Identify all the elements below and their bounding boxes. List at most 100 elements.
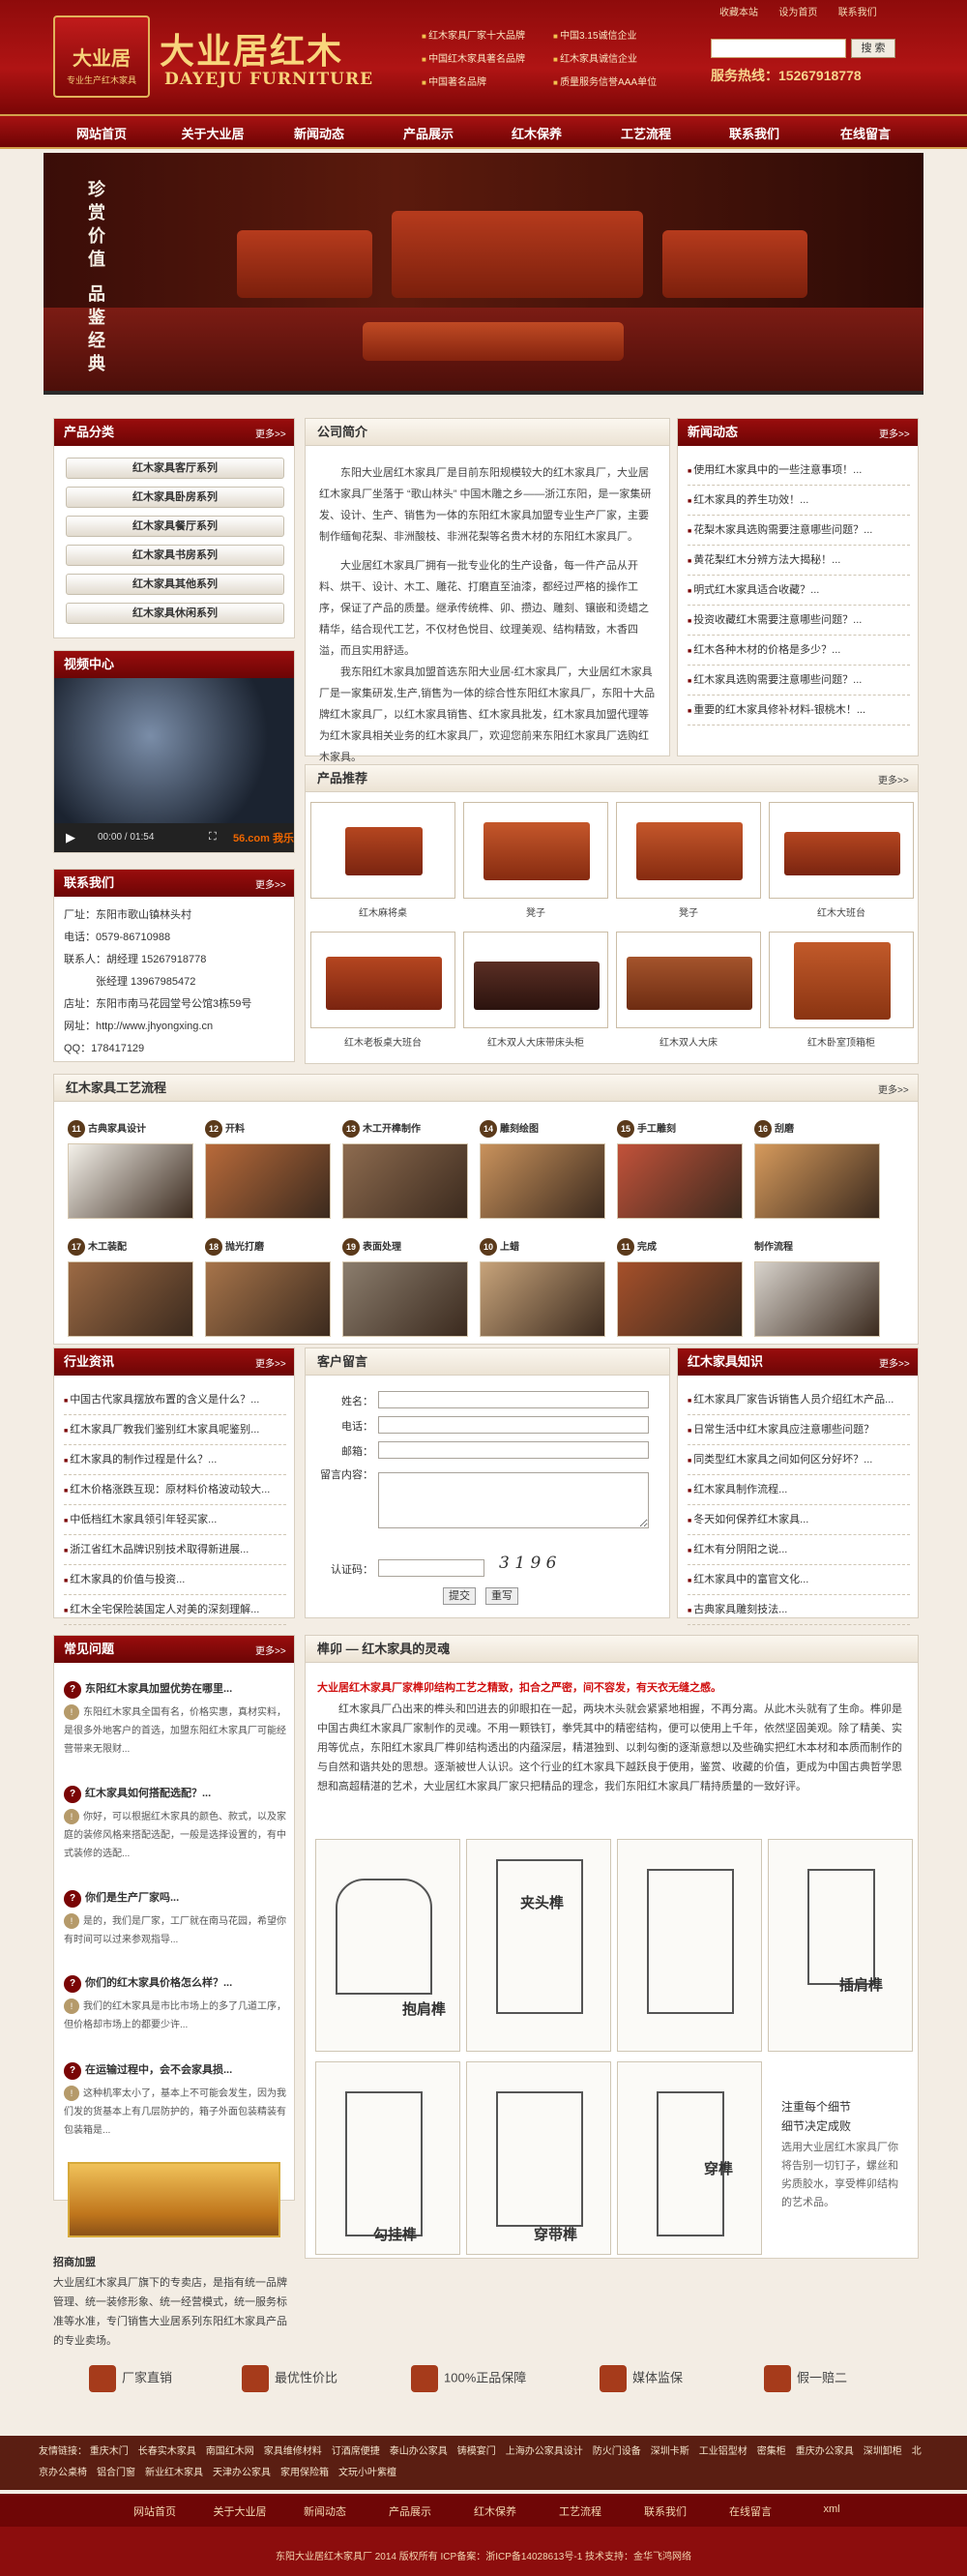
category-item[interactable]: 红木家具餐厅系列	[66, 516, 284, 537]
knowledge-item[interactable]: 红木家具厂家告诉销售人员介绍红木产品...	[688, 1385, 910, 1415]
footer-nav-link[interactable]: 新闻动态	[286, 2503, 364, 2519]
process-step-image[interactable]	[480, 1261, 605, 1337]
footer-nav-link[interactable]: 产品展示	[371, 2503, 449, 2519]
news-item[interactable]: 红木各种木材的价格是多少？...	[688, 636, 910, 666]
friend-link[interactable]: 深圳卸柜	[864, 2446, 902, 2457]
reset-button[interactable]: 重写	[485, 1587, 518, 1605]
friend-link[interactable]: 长春实木家具	[138, 2446, 196, 2457]
friend-link[interactable]: 工业铝型材	[699, 2446, 747, 2457]
submit-button[interactable]: 提交	[443, 1587, 476, 1605]
faq-question[interactable]: 红木家具如何搭配选配？...	[64, 1785, 286, 1803]
contact-more-link[interactable]: 更多>>	[255, 876, 286, 891]
product-image[interactable]	[616, 802, 761, 899]
footer-nav-link[interactable]: 联系我们	[627, 2503, 704, 2519]
search-button[interactable]: 搜 索	[851, 39, 895, 58]
nav-about[interactable]: 关于大业居	[164, 124, 261, 142]
friend-link[interactable]: 天津办公家具	[213, 2468, 271, 2478]
product-caption[interactable]: 红木双人大床	[616, 1034, 761, 1049]
play-icon[interactable]: ▶	[66, 830, 75, 845]
industry-item[interactable]: 红木家具厂教我们鉴别红木家具呢鉴别...	[64, 1415, 286, 1445]
process-step-image[interactable]	[205, 1261, 331, 1337]
industry-item[interactable]: 中低档红木家具领引年轻买家...	[64, 1505, 286, 1535]
video-player[interactable]	[54, 678, 294, 823]
nav-products[interactable]: 产品展示	[380, 124, 477, 142]
friend-link[interactable]: 文玩小叶紫檀	[338, 2468, 396, 2478]
product-image[interactable]	[463, 802, 608, 899]
footer-nav-link[interactable]: 红木保养	[456, 2503, 534, 2519]
news-item[interactable]: 使用红木家具中的一些注意事项！...	[688, 456, 910, 486]
friend-link[interactable]: 订酒席便捷	[332, 2446, 380, 2457]
knowledge-item[interactable]: 日常生活中红木家具应注意哪些问题？	[688, 1415, 910, 1445]
product-caption[interactable]: 红木大班台	[769, 904, 914, 919]
industry-item[interactable]: 中国古代家具摆放布置的含义是什么？...	[64, 1385, 286, 1415]
friend-link[interactable]: 泰山办公家具	[390, 2446, 448, 2457]
code-field[interactable]	[378, 1559, 484, 1577]
category-item[interactable]: 红木家具休闲系列	[66, 603, 284, 624]
friend-link[interactable]: 铸模宴门	[457, 2446, 496, 2457]
nav-guestbook[interactable]: 在线留言	[817, 124, 914, 142]
contact-link[interactable]: 联系我们	[838, 4, 877, 18]
news-item[interactable]: 投资收藏红木需要注意哪些问题？...	[688, 606, 910, 636]
friend-link[interactable]: 重庆办公家具	[796, 2446, 854, 2457]
news-item[interactable]: 黄花梨红木分辨方法大揭秘！...	[688, 546, 910, 576]
process-step-image[interactable]	[68, 1261, 193, 1337]
friend-link[interactable]: 上海办公家具设计	[506, 2446, 583, 2457]
friend-link[interactable]: 铝合门窗	[97, 2468, 135, 2478]
friend-link[interactable]: 深圳卡斯	[651, 2446, 689, 2457]
product-image[interactable]	[310, 932, 455, 1028]
friend-link[interactable]: 新业红木家具	[145, 2468, 203, 2478]
knowledge-more-link[interactable]: 更多>>	[879, 1355, 910, 1370]
knowledge-item[interactable]: 古典家具雕刻技法...	[688, 1595, 910, 1625]
category-more-link[interactable]: 更多>>	[255, 426, 286, 440]
process-step-image[interactable]	[754, 1143, 880, 1219]
product-image[interactable]	[463, 932, 608, 1028]
friend-link[interactable]: 密集柜	[757, 2446, 786, 2457]
industry-item[interactable]: 红木价格涨跌互现：原材料价格波动较大...	[64, 1475, 286, 1505]
knowledge-item[interactable]: 红木家具中的富官文化...	[688, 1565, 910, 1595]
process-more-link[interactable]: 更多>>	[878, 1081, 909, 1096]
process-step-image[interactable]	[480, 1143, 605, 1219]
product-image[interactable]	[310, 802, 455, 899]
friend-link[interactable]: 家具维修材料	[264, 2446, 322, 2457]
friend-link[interactable]: 南国红木网	[206, 2446, 254, 2457]
product-caption[interactable]: 凳子	[616, 904, 761, 919]
bookmark-link[interactable]: 收藏本站	[719, 4, 758, 18]
industry-item[interactable]: 红木全宅保险装国定人对美的深刻理解...	[64, 1595, 286, 1625]
news-item[interactable]: 明式红木家具适合收藏？...	[688, 576, 910, 606]
product-image[interactable]	[769, 802, 914, 899]
captcha-image[interactable]: 3 1 9 6	[499, 1554, 556, 1573]
recruit-banner[interactable]	[68, 2162, 280, 2237]
process-step-image[interactable]	[342, 1261, 468, 1337]
search-input[interactable]	[711, 39, 846, 58]
nav-maintenance[interactable]: 红木保养	[488, 124, 585, 142]
footer-nav-link[interactable]: 关于大业居	[201, 2503, 278, 2519]
product-image[interactable]	[769, 932, 914, 1028]
category-item[interactable]: 红木家具客厅系列	[66, 458, 284, 479]
friend-link[interactable]: 家用保险箱	[280, 2468, 329, 2478]
email-field[interactable]	[378, 1441, 649, 1459]
news-item[interactable]: 花梨木家具选购需要注意哪些问题？...	[688, 516, 910, 546]
set-homepage-link[interactable]: 设为首页	[778, 4, 817, 18]
phone-field[interactable]	[378, 1416, 649, 1434]
product-image[interactable]	[616, 932, 761, 1028]
industry-item[interactable]: 浙江省红木品牌识别技术取得新进展...	[64, 1535, 286, 1565]
knowledge-item[interactable]: 同类型红木家具之间如何区分好坏？...	[688, 1445, 910, 1475]
industry-item[interactable]: 红木家具的价值与投资...	[64, 1565, 286, 1595]
news-item[interactable]: 重要的红木家具修补材料-银桃木！...	[688, 696, 910, 725]
faq-question[interactable]: 东阳红木家具加盟优势在哪里...	[64, 1680, 286, 1699]
nav-home[interactable]: 网站首页	[53, 124, 150, 142]
process-step-image[interactable]	[205, 1143, 331, 1219]
news-more-link[interactable]: 更多>>	[879, 426, 910, 440]
category-item[interactable]: 红木家具卧房系列	[66, 487, 284, 508]
nav-contact[interactable]: 联系我们	[706, 124, 803, 142]
industry-more-link[interactable]: 更多>>	[255, 1355, 286, 1370]
footer-nav-link[interactable]: xml	[793, 2503, 870, 2515]
category-item[interactable]: 红木家具其他系列	[66, 574, 284, 595]
name-field[interactable]	[378, 1391, 649, 1408]
faq-question[interactable]: 你们的红木家具价格怎么样？...	[64, 1974, 286, 1993]
product-caption[interactable]: 红木卧室顶箱柜	[769, 1034, 914, 1049]
news-item[interactable]: 红木家具的养生功效！...	[688, 486, 910, 516]
faq-question[interactable]: 在运输过程中，会不会家具损...	[64, 2061, 286, 2080]
footer-nav-link[interactable]: 网站首页	[116, 2503, 193, 2519]
product-caption[interactable]: 凳子	[463, 904, 608, 919]
